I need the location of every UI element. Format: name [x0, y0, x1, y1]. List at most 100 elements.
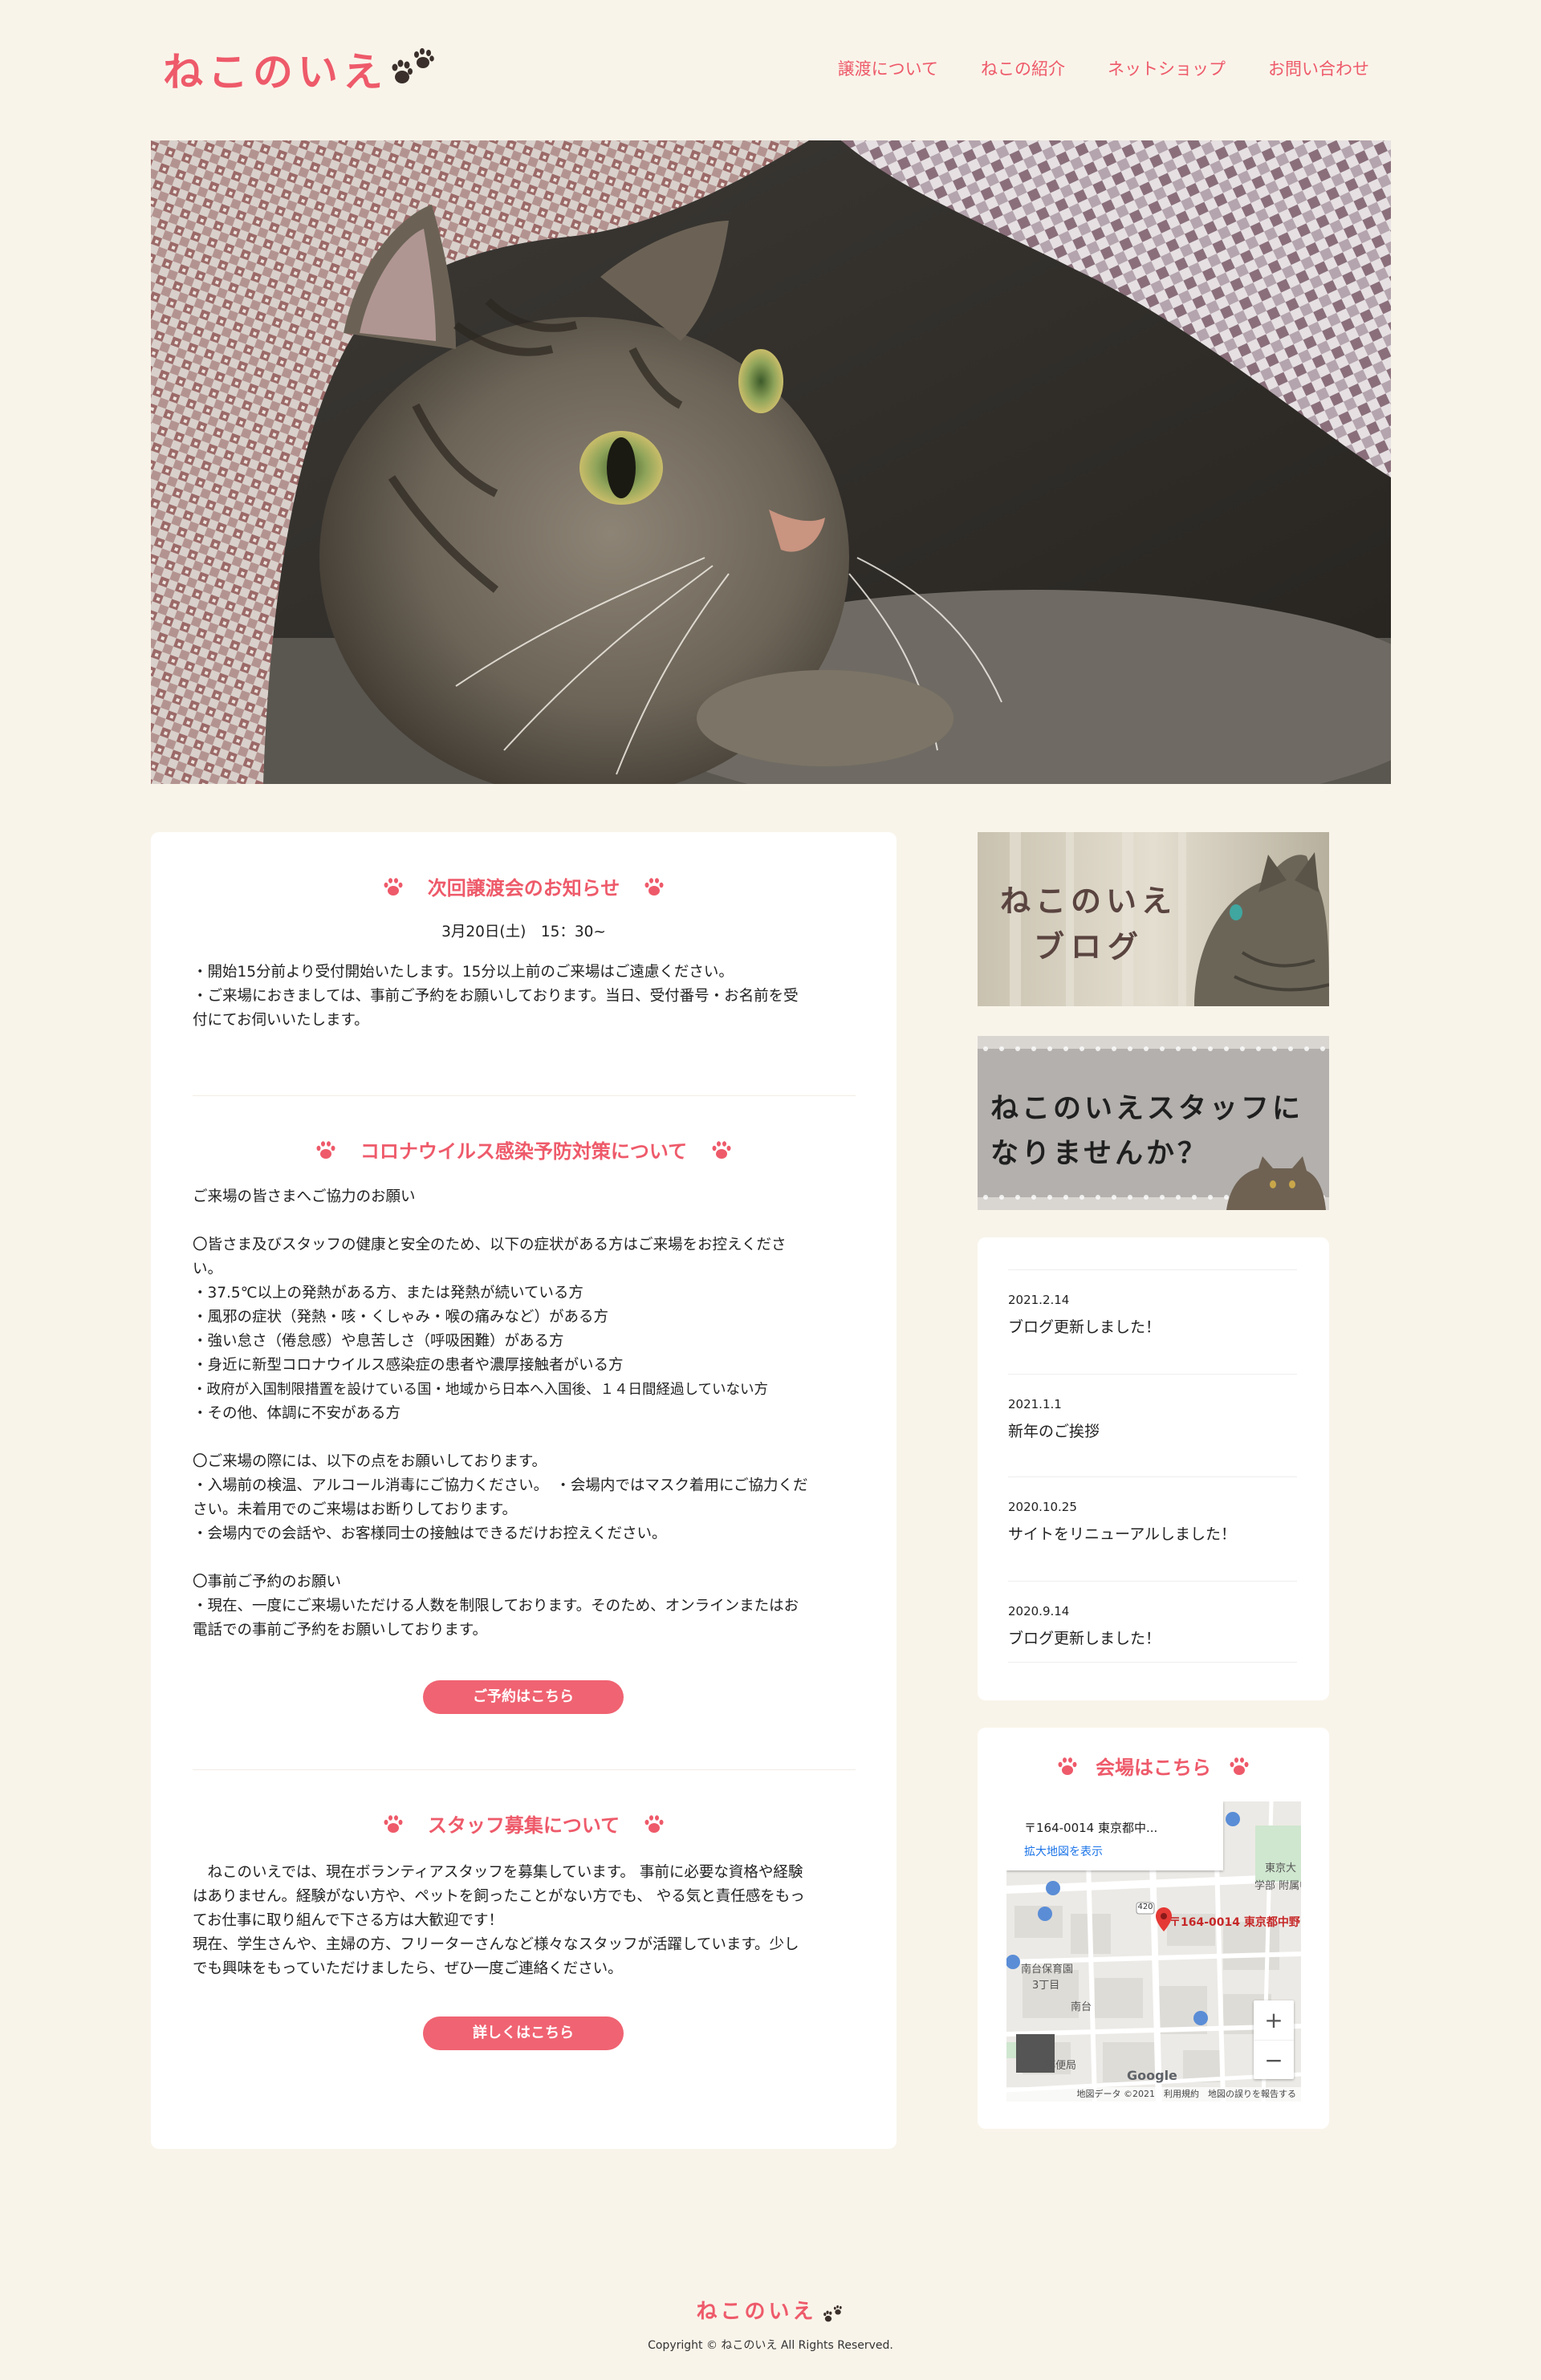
corona-line: ・入場前の検温、アルコール消毒にご協力ください。 ・会場内ではマスク着用にご協力…	[193, 1477, 808, 1494]
map-zoom-control: + −	[1254, 2000, 1294, 2079]
paw-icon	[1230, 1757, 1249, 1775]
corona-line: 電話での事前ご予約をお願いしております。	[193, 1622, 488, 1639]
news-title: 新年のご挨拶	[1008, 1423, 1100, 1440]
corona-line: 〇事前ご予約のお願い	[193, 1574, 342, 1590]
corona-title-row: コロナウイルス感染予防対策について	[151, 1135, 897, 1164]
paw-icon	[384, 1814, 403, 1833]
corona-line: ・その他、体調に不安がある方	[193, 1405, 401, 1422]
news-title: ブログ更新しました！	[1008, 1630, 1161, 1647]
footer-logo[interactable]: ねこのいえ	[0, 2295, 1541, 2325]
map-label: 東京大	[1265, 1862, 1297, 1874]
notice-line: ・開始15分前より受付開始いたします。15分以上前のご来場はご遠慮ください。	[193, 964, 734, 981]
staff-banner-subtitle: なりませんか？	[990, 1138, 1209, 1170]
notice-line: ・ご来場におきましては、事前ご予約をお願いしております。当日、受付番号・お名前を…	[193, 988, 799, 1005]
paw-icon	[392, 48, 434, 83]
staff-line: 現在、学生さんや、主婦の方、フリーターさんなど様々なスタッフが活躍しています。少…	[193, 1936, 799, 1953]
nav-item-shop[interactable]: ネットショップ	[1108, 56, 1226, 80]
news-date: 2020.10.25	[1008, 1500, 1077, 1514]
news-list: 2021.2.14 ブログ更新しました！ 2021.1.1 新年のご挨拶 202…	[978, 1237, 1329, 1700]
logo-text: ねこのいえ	[163, 49, 388, 95]
paw-icon	[644, 1814, 664, 1833]
zoom-out-button[interactable]: −	[1254, 2040, 1294, 2080]
map-enlarge-link[interactable]: 拡大地図を表示	[1024, 1843, 1103, 1859]
map-label: 3丁目	[1032, 1980, 1060, 1992]
corona-line: ・会場内での会話や、お客様同士の接触はできるだけお控えください。	[193, 1525, 667, 1542]
staff-line: ねこのいえでは、現在ボランティアスタッフを募集しています。 事前に必要な資格や経…	[193, 1864, 803, 1881]
section-divider	[193, 1769, 856, 1770]
corona-line: さい。未着用でのご来場はお断りしております。	[193, 1501, 518, 1518]
staff-body: ねこのいえでは、現在ボランティアスタッフを募集しています。 事前に必要な資格や経…	[193, 1861, 867, 1981]
corona-line: ・37.5℃以上の発熱がある方、または発熱が続いている方	[193, 1285, 583, 1302]
corona-line: ・現在、一度にご来場いただける人数を制限しております。そのため、オンラインまたは…	[193, 1598, 799, 1614]
staff-line: でも興味をもっていただけましたら、ぜひ一度ご連絡ください。	[193, 1960, 623, 1977]
blog-banner[interactable]: ねこのいえ ブログ	[978, 832, 1329, 1006]
section-divider	[193, 1095, 856, 1096]
nav-item-contact[interactable]: お問い合わせ	[1268, 56, 1369, 80]
news-item[interactable]: 2021.1.1 新年のご挨拶	[1008, 1374, 1297, 1479]
venue-title: 会場はこちら	[1096, 1757, 1211, 1779]
notice-title-row: 次回譲渡会のお知らせ	[151, 872, 897, 900]
map-road-number: 420	[1137, 1903, 1153, 1911]
notice-title: 次回譲渡会のお知らせ	[427, 877, 620, 900]
news-item[interactable]: 2020.9.14 ブログ更新しました！	[1008, 1581, 1297, 1663]
staff-banner[interactable]: ねこのいえスタッフに なりませんか？	[978, 1036, 1329, 1210]
staff-title-row: スタッフ募集について	[151, 1809, 897, 1838]
notice-body: ・開始15分前より受付開始いたします。15分以上前のご来場はご遠慮ください。 ・…	[193, 961, 867, 1033]
staff-details-button[interactable]: 詳しくはこちら	[423, 2017, 624, 2050]
map-info-box: 〒164-0014 東京都中... 拡大地図を表示	[1006, 1801, 1223, 1870]
corona-line: ・身近に新型コロナウイルス感染症の患者や濃厚接触者がいる方	[193, 1357, 624, 1374]
footer-logo-text: ねこのいえ	[696, 2300, 817, 2324]
notice-date: 3月20日(土) 15：30~	[441, 924, 606, 940]
staff-line: はありません。経験がない方や、ペットを飼ったことがない方でも、 やる気と責任感を…	[193, 1888, 805, 1905]
corona-line: 〇ご来場の際には、以下の点をお願いしております。	[193, 1453, 547, 1470]
main-content-card: 次回譲渡会のお知らせ 3月20日(土) 15：30~ ・開始15分前より受付開始…	[151, 832, 897, 2149]
news-date: 2020.9.14	[1008, 1604, 1070, 1618]
paw-icon	[384, 877, 403, 896]
site-logo[interactable]: ねこのいえ	[163, 40, 437, 98]
venue-card: 会場はこちら 〒164-0014 東京都中... 拡大地図を表示 〒164-00…	[978, 1728, 1329, 2129]
nav-item-cats[interactable]: ねこの紹介	[981, 56, 1065, 80]
news-item[interactable]: 2021.2.14 ブログ更新しました！	[1008, 1269, 1297, 1375]
paw-icon	[316, 1140, 335, 1159]
corona-line: ご来場の皆さまへご協力のお願い	[193, 1188, 416, 1205]
staff-banner-title: ねこのいえスタッフに	[990, 1093, 1304, 1125]
corona-line: ・強い怠さ（倦怠感）や息苦しさ（呼吸困難）がある方	[193, 1333, 564, 1350]
hero-image	[151, 140, 1391, 784]
map-pin-label: 〒164-0014 東京都中野	[1169, 1916, 1300, 1929]
staff-line: てお仕事に取り組んで下さる方は大歓迎です！	[193, 1912, 504, 1929]
corona-line: い。	[193, 1261, 223, 1277]
map-label: 郵便局	[1045, 2060, 1077, 2072]
copyright: Copyright © ねこのいえ All Rights Reserved.	[648, 2339, 893, 2352]
corona-line: 〇皆さま及びスタッフの健康と安全のため、以下の症状がある方はご来場をお控えくださ	[193, 1237, 787, 1253]
cat-photo	[151, 140, 1391, 784]
news-date: 2021.1.1	[1008, 1397, 1062, 1411]
reserve-button[interactable]: ご予約はこちら	[423, 1680, 624, 1714]
venue-map[interactable]: 〒164-0014 東京都中... 拡大地図を表示 〒164-0014 東京都中…	[1006, 1801, 1301, 2102]
main-nav: 譲渡について ねこの紹介 ネットショップ お問い合わせ	[838, 56, 1369, 80]
news-title: サイトをリニューアルしました！	[1008, 1525, 1237, 1543]
corona-body: ご来場の皆さまへご協力のお願い 〇皆さま及びスタッフの健康と安全のため、以下の症…	[193, 1185, 867, 1643]
venue-title-row: 会場はこちら	[978, 1752, 1329, 1780]
map-address: 〒164-0014 東京都中...	[1024, 1821, 1158, 1835]
map-label: 南台	[1071, 2001, 1092, 2013]
google-logo: Google	[1127, 2068, 1177, 2083]
news-title: ブログ更新しました！	[1008, 1318, 1161, 1336]
paw-icon	[823, 2305, 842, 2321]
news-item[interactable]: 2020.10.25 サイトをリニューアルしました！	[1008, 1476, 1297, 1582]
corona-line: ・政府が入国制限措置を設けている国・地域から日本へ入国後、１４日間経過していない…	[193, 1382, 768, 1398]
paw-icon	[1058, 1757, 1077, 1775]
corona-line: ・風邪の症状（発熱・咳・くしゃみ・喉の痛みなど）がある方	[193, 1309, 609, 1326]
paw-icon	[644, 877, 664, 896]
corona-title: コロナウイルス感染予防対策について	[360, 1140, 688, 1163]
nav-item-adoption[interactable]: 譲渡について	[838, 56, 938, 80]
staff-title: スタッフ募集について	[427, 1814, 620, 1837]
zoom-in-button[interactable]: +	[1254, 2000, 1294, 2040]
blog-banner-title: ねこのいえ	[1000, 883, 1177, 919]
map-attribution[interactable]: 地図データ ©2021 利用規約 地図の誤りを報告する	[1006, 2087, 1301, 2102]
news-date: 2021.2.14	[1008, 1293, 1070, 1307]
map-label: 南台保育園	[1021, 1964, 1074, 1976]
notice-line: 付にてお伺いいたします。	[193, 1012, 369, 1029]
site-header: ねこのいえ 譲渡について ねこの紹介 ネットショップ お問い合わせ	[0, 0, 1541, 136]
